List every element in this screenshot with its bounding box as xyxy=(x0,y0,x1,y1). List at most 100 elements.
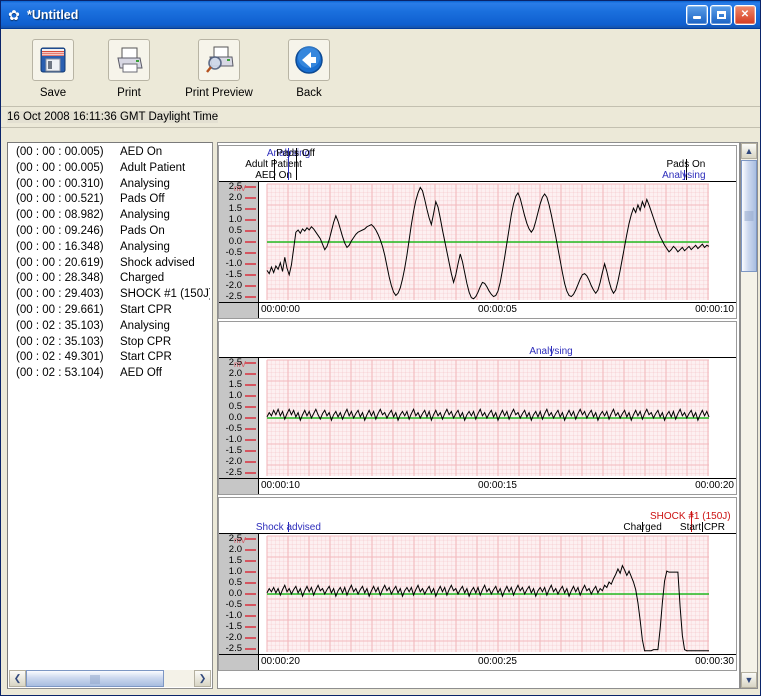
ecg-x-tick-container: 00:00:10 00:00:15 00:00:20 xyxy=(259,479,736,494)
event-time: (00 : 00 : 16.348) xyxy=(16,240,104,253)
event-list-horizontal-scrollbar[interactable]: ❮ ❯ xyxy=(9,670,211,687)
event-list-item[interactable]: (00 : 00 : 00.521) Pads Off xyxy=(10,192,210,208)
content-area: (00 : 00 : 00.005) AED On (00 : 00 : 00.00… xyxy=(1,134,760,695)
floppy-disk-icon xyxy=(32,39,74,81)
ecg-x-tick-label: 00:00:25 xyxy=(478,656,517,667)
ecg-y-tick-mark xyxy=(245,362,256,365)
event-label: Pads On xyxy=(120,224,165,237)
ecg-y-tick-label: 1.0 xyxy=(228,390,242,402)
ecg-y-tick-mark xyxy=(245,241,256,243)
ecg-y-tick-label: 0.5 xyxy=(228,401,242,413)
event-time: (00 : 00 : 00.005) xyxy=(16,146,104,158)
event-time: (00 : 00 : 00.005) xyxy=(16,161,104,174)
ecg-y-tick-mark xyxy=(245,208,256,211)
event-label: Analysing xyxy=(120,319,170,332)
ecg-x-tick-label: 00:00:15 xyxy=(478,480,517,491)
maximize-button[interactable] xyxy=(710,4,732,25)
ecg-y-tick-label: 0.0 xyxy=(228,236,242,247)
ecg-y-tick-label: -2.0 xyxy=(225,631,242,643)
event-list-item[interactable]: (00 : 00 : 00.005) Adult Patient xyxy=(10,161,210,177)
ecg-y-tick-label: -2.0 xyxy=(225,455,242,467)
event-time: (00 : 02 : 35.103) xyxy=(16,335,104,348)
ecg-x-tick-label: 00:00:20 xyxy=(261,656,300,667)
scroll-left-arrow-icon[interactable]: ❮ xyxy=(9,670,26,687)
ecg-y-tick-mark xyxy=(245,647,256,650)
vertical-scroll-thumb[interactable] xyxy=(741,160,757,272)
ecg-plot-row: mV 2.5 2.0 1.5 1.0 0.5 0.0 -0.5 -1.0 -1.5 -2.0 -2.5 xyxy=(219,534,736,654)
event-list-item[interactable]: (00 : 02 : 49.301) Start CPR xyxy=(10,350,210,366)
ecg-y-tick-mark xyxy=(245,373,256,376)
ecg-y-tick-label: -2.5 xyxy=(225,290,242,302)
ecg-x-tick-container: 00:00:00 00:00:05 00:00:10 xyxy=(259,303,736,318)
back-button-label: Back xyxy=(296,87,322,99)
ecg-waveform-canvas xyxy=(259,534,736,654)
event-list[interactable]: (00 : 00 : 00.005) AED On (00 : 00 : 00.00… xyxy=(10,145,210,669)
horizontal-scroll-track[interactable] xyxy=(26,670,194,687)
ecg-y-tick-label: 1.0 xyxy=(228,214,242,226)
ecg-y-tick-label: -2.5 xyxy=(225,642,242,654)
ecg-strip-panel: Adult PatientAED OnAnalysingPads OffPads… xyxy=(217,142,740,689)
ecg-y-tick-label: -0.5 xyxy=(225,246,242,258)
ecg-y-axis: mV 2.5 2.0 1.5 1.0 0.5 0.0 -0.5 -1.0 -1.5 -2.0 -2.5 xyxy=(219,182,259,302)
event-list-item[interactable]: (00 : 00 : 16.348) Analysing xyxy=(10,240,210,256)
ecg-x-tick-label: 00:00:30 xyxy=(695,656,734,667)
event-list-item[interactable]: (00 : 00 : 09.246) Pads On xyxy=(10,224,210,240)
application-window: ✿ *Untitled ✕ Save Print Print Preview B… xyxy=(0,0,761,696)
event-list-item[interactable]: (00 : 00 : 00.310) Analysing xyxy=(10,177,210,193)
ecg-y-tick-label: 2.5 xyxy=(228,181,242,193)
print-preview-button[interactable]: Print Preview xyxy=(167,35,271,99)
back-button[interactable]: Back xyxy=(271,35,347,99)
ecg-y-tick-label: 1.5 xyxy=(228,203,242,215)
print-button[interactable]: Print xyxy=(91,35,167,99)
ecg-annotation-tick xyxy=(702,522,704,532)
ecg-y-tick-mark xyxy=(245,219,256,222)
ecg-y-tick-label: -1.5 xyxy=(225,268,242,280)
save-button[interactable]: Save xyxy=(15,35,91,99)
ecg-y-tick-mark xyxy=(245,284,256,287)
event-list-item[interactable]: (00 : 00 : 00.005) AED On xyxy=(10,145,210,161)
ecg-y-tick-mark xyxy=(245,571,256,574)
ecg-annotation-tick xyxy=(288,522,290,532)
event-list-panel: (00 : 00 : 00.005) AED On (00 : 00 : 00.00… xyxy=(7,142,213,689)
event-list-item[interactable]: (00 : 00 : 29.403) SHOCK #1 (150J) xyxy=(10,287,210,303)
event-list-item[interactable]: (00 : 00 : 28.348) Charged xyxy=(10,271,210,287)
event-label: Start CPR xyxy=(120,351,172,364)
scroll-down-arrow-icon[interactable]: ▼ xyxy=(741,672,757,688)
event-time: (00 : 02 : 35.103) xyxy=(16,319,104,332)
minimize-button[interactable] xyxy=(686,4,708,25)
event-list-item[interactable]: (00 : 00 : 29.661) Start CPR xyxy=(10,303,210,319)
event-label: Charged xyxy=(120,272,165,285)
ecg-x-axis-spacer xyxy=(219,655,259,670)
app-gear-icon: ✿ xyxy=(8,6,20,23)
ecg-y-tick-mark xyxy=(245,636,256,639)
event-label: Stop CPR xyxy=(120,335,172,348)
event-list-item[interactable]: (00 : 02 : 35.103) Stop CPR xyxy=(10,335,210,351)
scroll-right-arrow-icon[interactable]: ❯ xyxy=(194,670,211,687)
event-label: AED On xyxy=(120,146,163,158)
ecg-panel-vertical-scrollbar[interactable]: ▲ ▼ xyxy=(740,142,758,689)
ecg-annotation-header: Analysing xyxy=(219,322,736,358)
ecg-y-tick-label: 2.0 xyxy=(228,544,242,556)
ecg-y-tick-label: -1.5 xyxy=(225,444,242,456)
printer-icon xyxy=(108,39,150,81)
ecg-y-tick-mark xyxy=(245,417,256,419)
close-button[interactable]: ✕ xyxy=(734,4,756,25)
ecg-annotation-tick xyxy=(642,522,644,532)
ecg-y-tick-mark xyxy=(245,384,256,387)
ecg-y-axis: mV 2.5 2.0 1.5 1.0 0.5 0.0 -0.5 -1.0 -1.5 -2.0 -2.5 xyxy=(219,534,259,654)
horizontal-scroll-thumb[interactable] xyxy=(26,670,164,687)
ecg-strip: AnalysingmV2.52.01.51.00.50.0-0.5-1.0-1.… xyxy=(218,321,737,495)
ecg-x-axis: 00:00:20 00:00:25 00:00:30 xyxy=(219,654,736,670)
ecg-y-tick-mark xyxy=(245,460,256,463)
event-list-item[interactable]: (00 : 00 : 20.619) Shock advised xyxy=(10,256,210,272)
ecg-y-tick-label: 0.0 xyxy=(228,412,242,423)
event-list-item[interactable]: (00 : 00 : 08.982) Analysing xyxy=(10,208,210,224)
event-time: (00 : 00 : 00.521) xyxy=(16,193,104,206)
event-list-item[interactable]: (00 : 02 : 35.103) Analysing xyxy=(10,319,210,335)
event-list-item[interactable]: (00 : 02 : 53.104) AED Off xyxy=(10,366,210,382)
event-time: (00 : 00 : 20.619) xyxy=(16,256,104,269)
scroll-up-arrow-icon[interactable]: ▲ xyxy=(741,143,757,159)
ecg-y-tick-mark xyxy=(245,593,256,595)
ecg-plot-row: mV 2.5 2.0 1.5 1.0 0.5 0.0 -0.5 -1.0 -1.5 -2.0 -2.5 xyxy=(219,182,736,302)
event-time: (00 : 00 : 28.348) xyxy=(16,272,104,285)
